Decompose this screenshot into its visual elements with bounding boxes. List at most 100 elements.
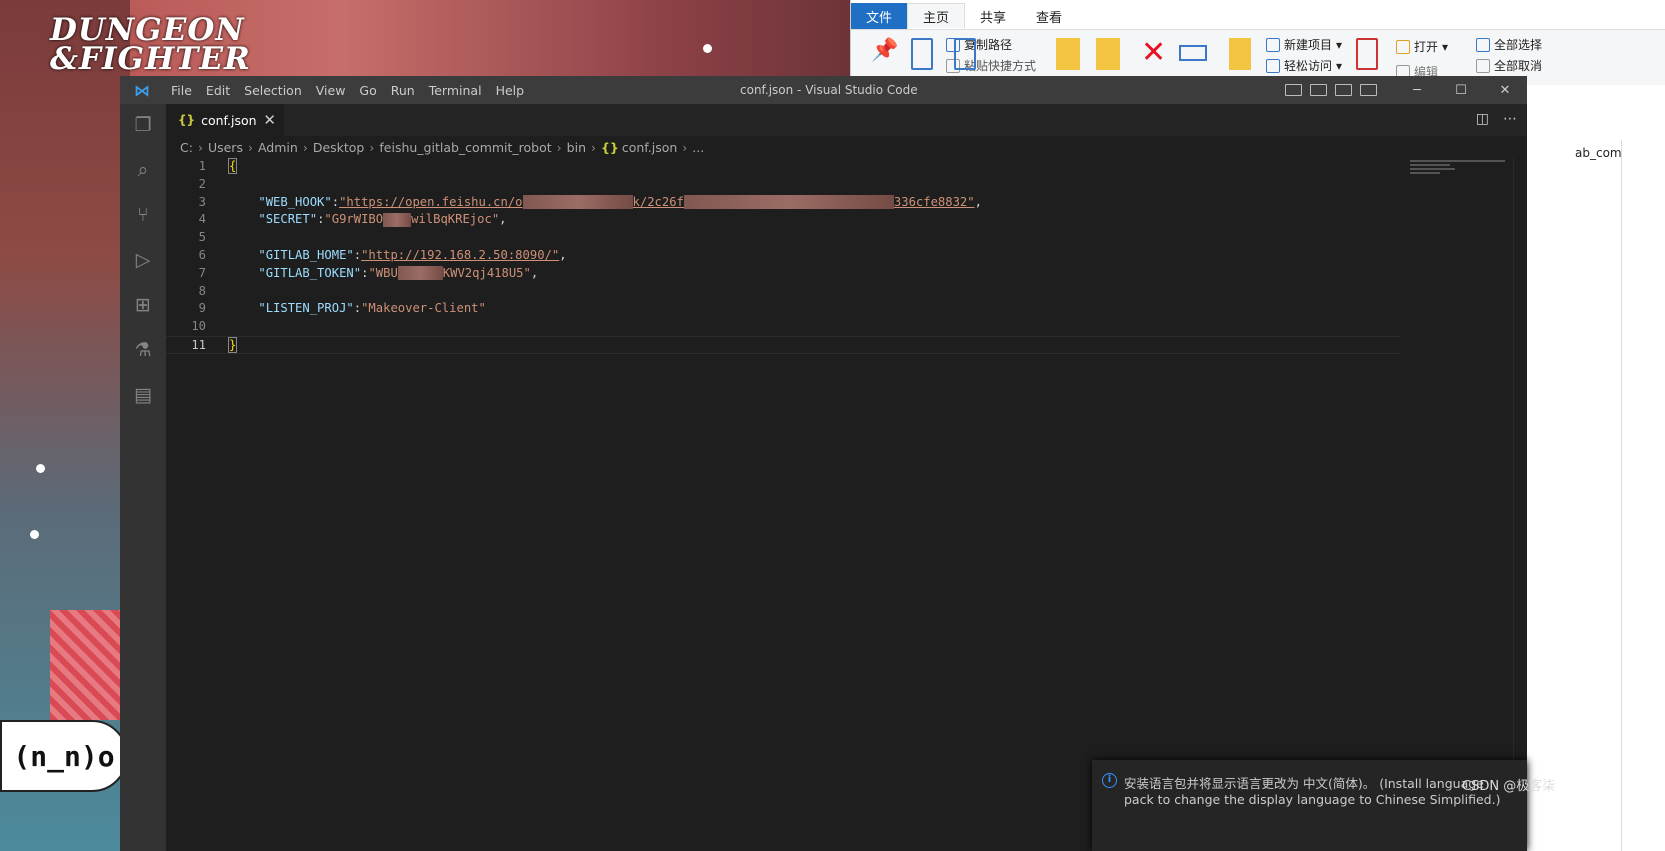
customize-layout-icon[interactable] xyxy=(1360,84,1377,96)
watermark: CSDN @极客柒 xyxy=(1462,779,1556,794)
editor-actions: ◫ ⋯ xyxy=(1476,111,1517,127)
explorer-tab-file[interactable]: 文件 xyxy=(851,3,908,29)
menu-selection[interactable]: Selection xyxy=(237,83,309,98)
extensions-icon[interactable]: ⊞ xyxy=(132,294,154,316)
copy-to-icon[interactable] xyxy=(1096,38,1120,70)
json-string: 336cfe8832" xyxy=(893,194,975,209)
select-none-button[interactable]: 全部取消 xyxy=(1476,57,1542,74)
run-debug-icon[interactable]: ▷ xyxy=(132,249,154,271)
search-icon[interactable]: ⌕ xyxy=(132,159,154,181)
properties-icon[interactable] xyxy=(1356,38,1378,70)
tab-conf-json[interactable]: {} conf.json ✕ xyxy=(166,104,284,136)
code-text: "SECRET":"G9rWIBO wilBqKREjoc", xyxy=(229,211,507,229)
menu-go[interactable]: Go xyxy=(352,83,383,98)
explorer-icon[interactable]: ❐ xyxy=(132,114,154,136)
select-none-icon xyxy=(1476,58,1490,73)
json-key: "GITLAB_HOME" xyxy=(258,247,354,262)
menu-file[interactable]: File xyxy=(164,83,199,98)
code-line: 2 xyxy=(166,176,1406,194)
toggle-panel-icon[interactable] xyxy=(1310,84,1327,96)
toggle-sidebar-icon[interactable] xyxy=(1285,84,1302,96)
easy-access-icon xyxy=(1266,58,1280,73)
menu-run[interactable]: Run xyxy=(384,83,422,98)
breadcrumb-admin[interactable]: Admin xyxy=(258,140,298,155)
move-to-icon[interactable] xyxy=(1056,38,1080,70)
window-title: conf.json - Visual Studio Code xyxy=(740,83,918,97)
game-logo: DUNGEON &FIGHTER xyxy=(50,15,251,75)
breadcrumb-users[interactable]: Users xyxy=(208,140,243,155)
breadcrumb-desktop[interactable]: Desktop xyxy=(313,140,365,155)
activity-bar: ❐ ⌕ ⑂ ▷ ⊞ ⚗ ▤ xyxy=(120,104,166,851)
remote-explorer-icon[interactable]: ▤ xyxy=(132,384,154,406)
json-key: "LISTEN_PROJ" xyxy=(258,301,354,316)
window-controls: ─ ☐ ✕ xyxy=(1395,76,1527,104)
breadcrumb-symbols[interactable]: ... xyxy=(692,140,704,155)
new-folder-icon[interactable] xyxy=(1229,38,1251,70)
testing-icon[interactable]: ⚗ xyxy=(132,339,154,361)
code-text: "WEB_HOOK":"https://open.feishu.cn/o k/2c… xyxy=(229,194,982,212)
editor-tabs: {} conf.json ✕ ◫ ⋯ xyxy=(166,104,1527,136)
select-none-label: 全部取消 xyxy=(1494,59,1543,73)
language-pack-notification[interactable]: i 安装语言包并将显示语言更改为 中文(简体)。 (Install langua… xyxy=(1092,760,1527,851)
split-editor-icon[interactable]: ◫ xyxy=(1476,111,1489,127)
line-number: 7 xyxy=(198,265,206,280)
json-string: KWV2qj418U5" xyxy=(442,265,531,280)
code-editor[interactable]: 1{ 2 3 "WEB_HOOK":"https://open.feishu.c… xyxy=(166,158,1406,354)
minimap[interactable] xyxy=(1410,158,1510,178)
copy-icon[interactable] xyxy=(911,38,933,70)
source-control-icon[interactable]: ⑂ xyxy=(132,204,154,226)
vscode-window: ⋈ File Edit Selection View Go Run Termin… xyxy=(120,76,1527,851)
paste-icon[interactable] xyxy=(954,38,976,70)
minimize-icon[interactable]: ─ xyxy=(1395,83,1439,98)
close-icon[interactable]: ✕ xyxy=(1483,83,1527,98)
breadcrumb-bin[interactable]: bin xyxy=(567,140,586,155)
toggle-secondary-sidebar-icon[interactable] xyxy=(1335,84,1352,96)
emoticon-bubble: (n_n)o xyxy=(0,720,128,792)
rename-icon[interactable] xyxy=(1179,45,1207,61)
minimap-line xyxy=(1410,160,1505,162)
menu-terminal[interactable]: Terminal xyxy=(422,83,489,98)
minimap-line xyxy=(1410,164,1450,166)
new-item-button[interactable]: 新建项目 ▾ xyxy=(1266,36,1342,53)
comma: , xyxy=(974,194,982,209)
breadcrumb-drive[interactable]: C: xyxy=(180,140,193,155)
title-bar: ⋈ File Edit Selection View Go Run Termin… xyxy=(120,76,1527,104)
chevron-down-icon: ▾ xyxy=(1336,58,1343,73)
chevron-right-icon: › xyxy=(197,139,203,155)
emoticon-text: (n_n)o xyxy=(13,739,115,773)
chevron-down-icon: ▾ xyxy=(1336,37,1343,52)
explorer-tab-home[interactable]: 主页 xyxy=(907,3,966,29)
editor-scrollbar[interactable] xyxy=(1513,158,1527,851)
code-line: 6 "GITLAB_HOME":"http://192.168.2.50:809… xyxy=(166,247,1406,265)
open-button[interactable]: 打开 ▾ xyxy=(1396,38,1448,55)
line-number: 9 xyxy=(198,301,206,316)
pin-icon[interactable]: 📌 xyxy=(871,38,899,70)
menu-help[interactable]: Help xyxy=(489,83,532,98)
json-string: "Makeover-Client" xyxy=(361,301,486,316)
line-number: 1 xyxy=(198,159,206,173)
delete-icon[interactable]: ✕ xyxy=(1141,38,1169,70)
vscode-logo-icon: ⋈ xyxy=(134,80,150,100)
easy-access-button[interactable]: 轻松访问 ▾ xyxy=(1266,57,1342,74)
code-text: { xyxy=(227,158,238,176)
code-text: } xyxy=(227,336,238,355)
line-number: 8 xyxy=(198,283,206,298)
maximize-icon[interactable]: ☐ xyxy=(1439,83,1483,98)
code-text: "GITLAB_HOME":"http://192.168.2.50:8090/… xyxy=(229,247,566,265)
json-string: "G9rWIBO xyxy=(324,212,384,227)
line-number: 10 xyxy=(191,319,206,334)
more-actions-icon[interactable]: ⋯ xyxy=(1503,111,1517,127)
menu-view[interactable]: View xyxy=(309,83,353,98)
select-all-button[interactable]: 全部选择 xyxy=(1476,36,1542,53)
json-key: "SECRET" xyxy=(258,212,318,227)
json-string: k/2c26f xyxy=(632,194,684,209)
open-icon xyxy=(1396,39,1410,54)
menu-edit[interactable]: Edit xyxy=(199,83,237,98)
breadcrumb-project[interactable]: feishu_gitlab_commit_robot xyxy=(379,140,551,155)
redaction xyxy=(683,195,894,210)
explorer-tab-view[interactable]: 查看 xyxy=(1021,3,1077,29)
explorer-tab-share[interactable]: 共享 xyxy=(965,3,1021,29)
line-number: 4 xyxy=(198,212,206,227)
breadcrumb-file[interactable]: conf.json xyxy=(622,140,677,155)
tab-close-icon[interactable]: ✕ xyxy=(263,111,276,129)
